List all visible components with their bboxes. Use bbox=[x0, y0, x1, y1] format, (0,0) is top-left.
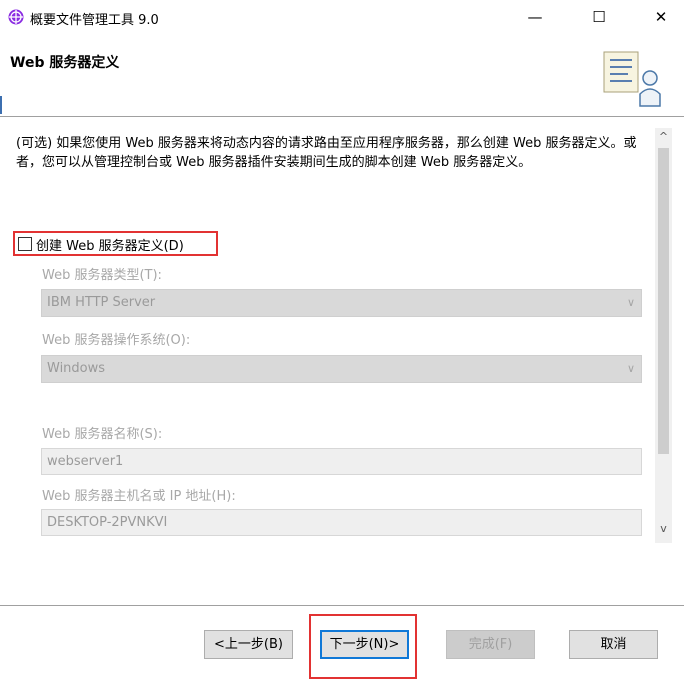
description-text: (可选) 如果您使用 Web 服务器来将动态内容的请求路由至应用程序服务器，那么… bbox=[16, 136, 637, 170]
next-button-highlight-box bbox=[309, 614, 417, 679]
finish-button[interactable]: 完成(F) bbox=[446, 630, 535, 659]
back-button[interactable]: <上一步(B) bbox=[204, 630, 293, 659]
checkbox-highlight-box bbox=[13, 231, 218, 256]
web-server-type-label: Web 服务器类型(T): bbox=[42, 268, 162, 283]
wizard-header bbox=[0, 34, 684, 116]
window-title: 概要文件管理工具 9.0 bbox=[30, 13, 159, 28]
scroll-down-arrow-icon[interactable]: v bbox=[657, 522, 670, 536]
web-server-host-label: Web 服务器主机名或 IP 地址(H): bbox=[42, 489, 236, 504]
scroll-up-arrow-icon[interactable]: ^ bbox=[657, 130, 670, 144]
app-globe-icon bbox=[8, 9, 24, 25]
header-divider bbox=[0, 116, 684, 117]
web-server-host-input[interactable]: DESKTOP-2PVNKVI bbox=[41, 509, 642, 536]
scroll-thumb[interactable] bbox=[658, 148, 669, 454]
close-button[interactable]: ✕ bbox=[638, 0, 684, 34]
web-server-os-label: Web 服务器操作系统(O): bbox=[42, 333, 191, 348]
page-title: Web 服务器定义 bbox=[10, 55, 120, 71]
cancel-button[interactable]: 取消 bbox=[569, 630, 658, 659]
web-server-os-select[interactable]: Windows ∨ bbox=[41, 355, 642, 383]
chevron-down-icon: ∨ bbox=[626, 296, 635, 309]
chevron-down-icon: ∨ bbox=[626, 362, 635, 375]
web-server-name-label: Web 服务器名称(S): bbox=[42, 427, 163, 442]
web-server-name-input[interactable]: webserver1 bbox=[41, 448, 642, 475]
maximize-button[interactable]: ☐ bbox=[576, 0, 622, 34]
footer-divider bbox=[0, 605, 684, 606]
web-server-os-value: Windows bbox=[47, 361, 106, 376]
window-edge-accent bbox=[0, 96, 2, 114]
minimize-button[interactable]: — bbox=[512, 0, 558, 34]
web-server-type-select[interactable]: IBM HTTP Server ∨ bbox=[41, 289, 642, 317]
web-server-type-value: IBM HTTP Server bbox=[47, 295, 156, 310]
document-person-icon bbox=[603, 51, 661, 107]
